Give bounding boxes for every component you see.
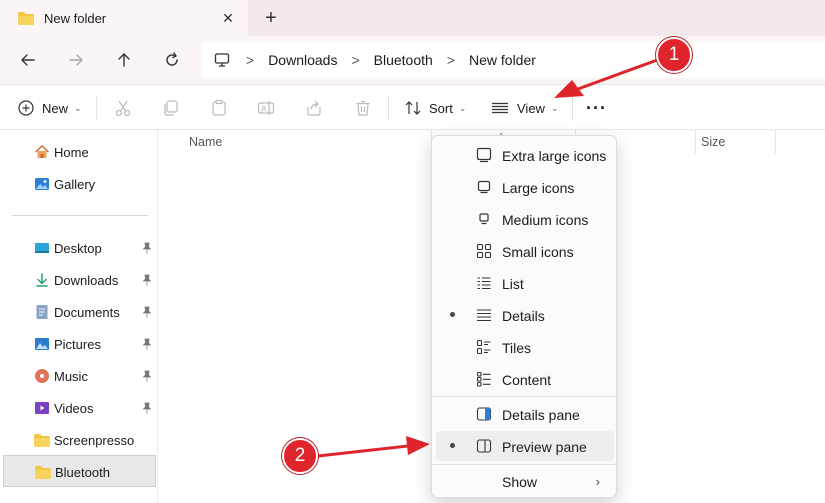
step-badge-2: 2 (282, 438, 318, 474)
arrow-1 (554, 57, 662, 98)
step-badge-1: 1 (656, 37, 692, 73)
arrow-2 (316, 436, 430, 458)
annotation-arrows (316, 57, 662, 458)
